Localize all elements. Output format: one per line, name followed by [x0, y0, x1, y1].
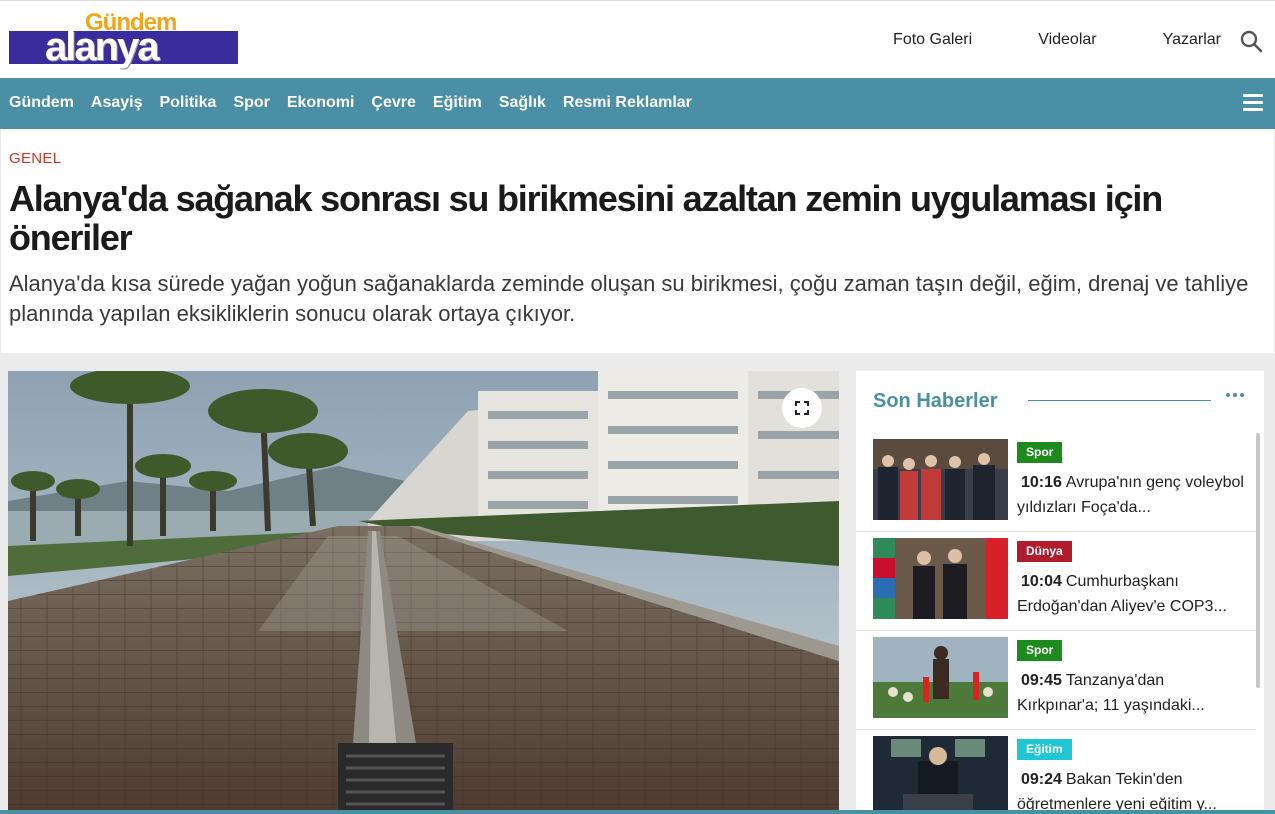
category-badge[interactable]: Spor	[1017, 442, 1063, 463]
article-hero-image	[8, 371, 839, 814]
fullscreen-button[interactable]	[782, 388, 822, 428]
sidebar-title-divider	[1028, 400, 1211, 401]
top-links: Foto Galeri Videolar Yazarlar	[827, 31, 1221, 49]
news-thumbnail[interactable]	[873, 736, 1008, 814]
news-thumbnail[interactable]	[873, 637, 1008, 718]
top-link-foto-galeri[interactable]: Foto Galeri	[893, 31, 972, 49]
news-item[interactable]: Spor 10:16 Avrupa'nın genç voleybol yıldı…	[856, 433, 1256, 532]
nav-item-egitim[interactable]: Eğitim	[433, 94, 482, 112]
nav-item-politika[interactable]: Politika	[159, 94, 216, 112]
news-headline[interactable]: 09:45 Tanzanya'dan Kırkpınar'a; 11 yaşınd…	[1017, 668, 1249, 718]
news-thumbnail[interactable]	[873, 538, 1008, 619]
latest-news-sidebar: Son Haberler Spor 10:16 Avrupa'nın genç v…	[856, 371, 1264, 814]
bottom-strip	[0, 810, 1275, 814]
top-link-videolar[interactable]: Videolar	[1038, 31, 1096, 49]
news-headline[interactable]: 10:16 Avrupa'nın genç voleybol yıldızları…	[1017, 470, 1249, 520]
nav-item-spor[interactable]: Spor	[233, 94, 269, 112]
article-summary: Alanya'da kısa sürede yağan yoğun sağana…	[9, 271, 1249, 326]
sidebar-title: Son Haberler	[873, 390, 998, 412]
category-badge[interactable]: Eğitim	[1017, 739, 1072, 760]
main-nav: Gündem Asayiş Politika Spor Ekonomi Çevr…	[0, 78, 1275, 129]
news-time: 09:24	[1021, 771, 1062, 788]
news-time: 10:04	[1021, 573, 1062, 590]
news-time: 10:16	[1021, 474, 1062, 491]
nav-item-resmi-reklamlar[interactable]: Resmi Reklamlar	[563, 94, 692, 112]
category-badge[interactable]: Dünya	[1017, 541, 1072, 562]
hero-illustration	[8, 371, 839, 814]
news-headline[interactable]: 09:24 Bakan Tekin'den öğretmenlere yeni e…	[1017, 767, 1249, 814]
news-headline[interactable]: 10:04 Cumhurbaşkanı Erdoğan'dan Aliyev'e …	[1017, 569, 1249, 619]
nav-items: Gündem Asayiş Politika Spor Ekonomi Çevr…	[9, 94, 709, 112]
article-title: Alanya'da sağanak sonrası su birikmesini…	[9, 178, 1163, 258]
nav-item-cevre[interactable]: Çevre	[371, 94, 415, 112]
sidebar-scrollbar[interactable]	[1256, 433, 1260, 688]
news-item[interactable]: Spor 09:45 Tanzanya'dan Kırkpınar'a; 11 y…	[856, 631, 1256, 730]
nav-item-ekonomi[interactable]: Ekonomi	[287, 94, 355, 112]
expand-icon	[795, 401, 809, 415]
article-header: GENEL Alanya'da sağanak sonrası su birik…	[1, 129, 1274, 353]
search-icon[interactable]	[1239, 29, 1263, 53]
nav-item-saglik[interactable]: Sağlık	[499, 94, 546, 112]
nav-item-asayis[interactable]: Asayiş	[91, 94, 143, 112]
nav-item-gundem[interactable]: Gündem	[9, 94, 74, 112]
news-thumbnail[interactable]	[873, 439, 1008, 520]
news-item[interactable]: Eğitim 09:24 Bakan Tekin'den öğretmenlere…	[856, 730, 1256, 814]
site-header: Gündem alanya Foto Galeri Videolar Yazar…	[0, 0, 1275, 78]
news-item[interactable]: Dünya 10:04 Cumhurbaşkanı Erdoğan'dan Ali…	[856, 532, 1256, 631]
news-time: 09:45	[1021, 672, 1062, 689]
more-options-icon[interactable]	[1226, 390, 1248, 400]
category-badge[interactable]: Spor	[1017, 640, 1063, 661]
hamburger-menu-icon[interactable]	[1243, 94, 1263, 112]
logo-main-text: alanya	[45, 25, 160, 69]
site-logo[interactable]: Gündem alanya	[9, 9, 238, 71]
article-category[interactable]: GENEL	[9, 150, 61, 167]
top-link-yazarlar[interactable]: Yazarlar	[1163, 31, 1221, 49]
